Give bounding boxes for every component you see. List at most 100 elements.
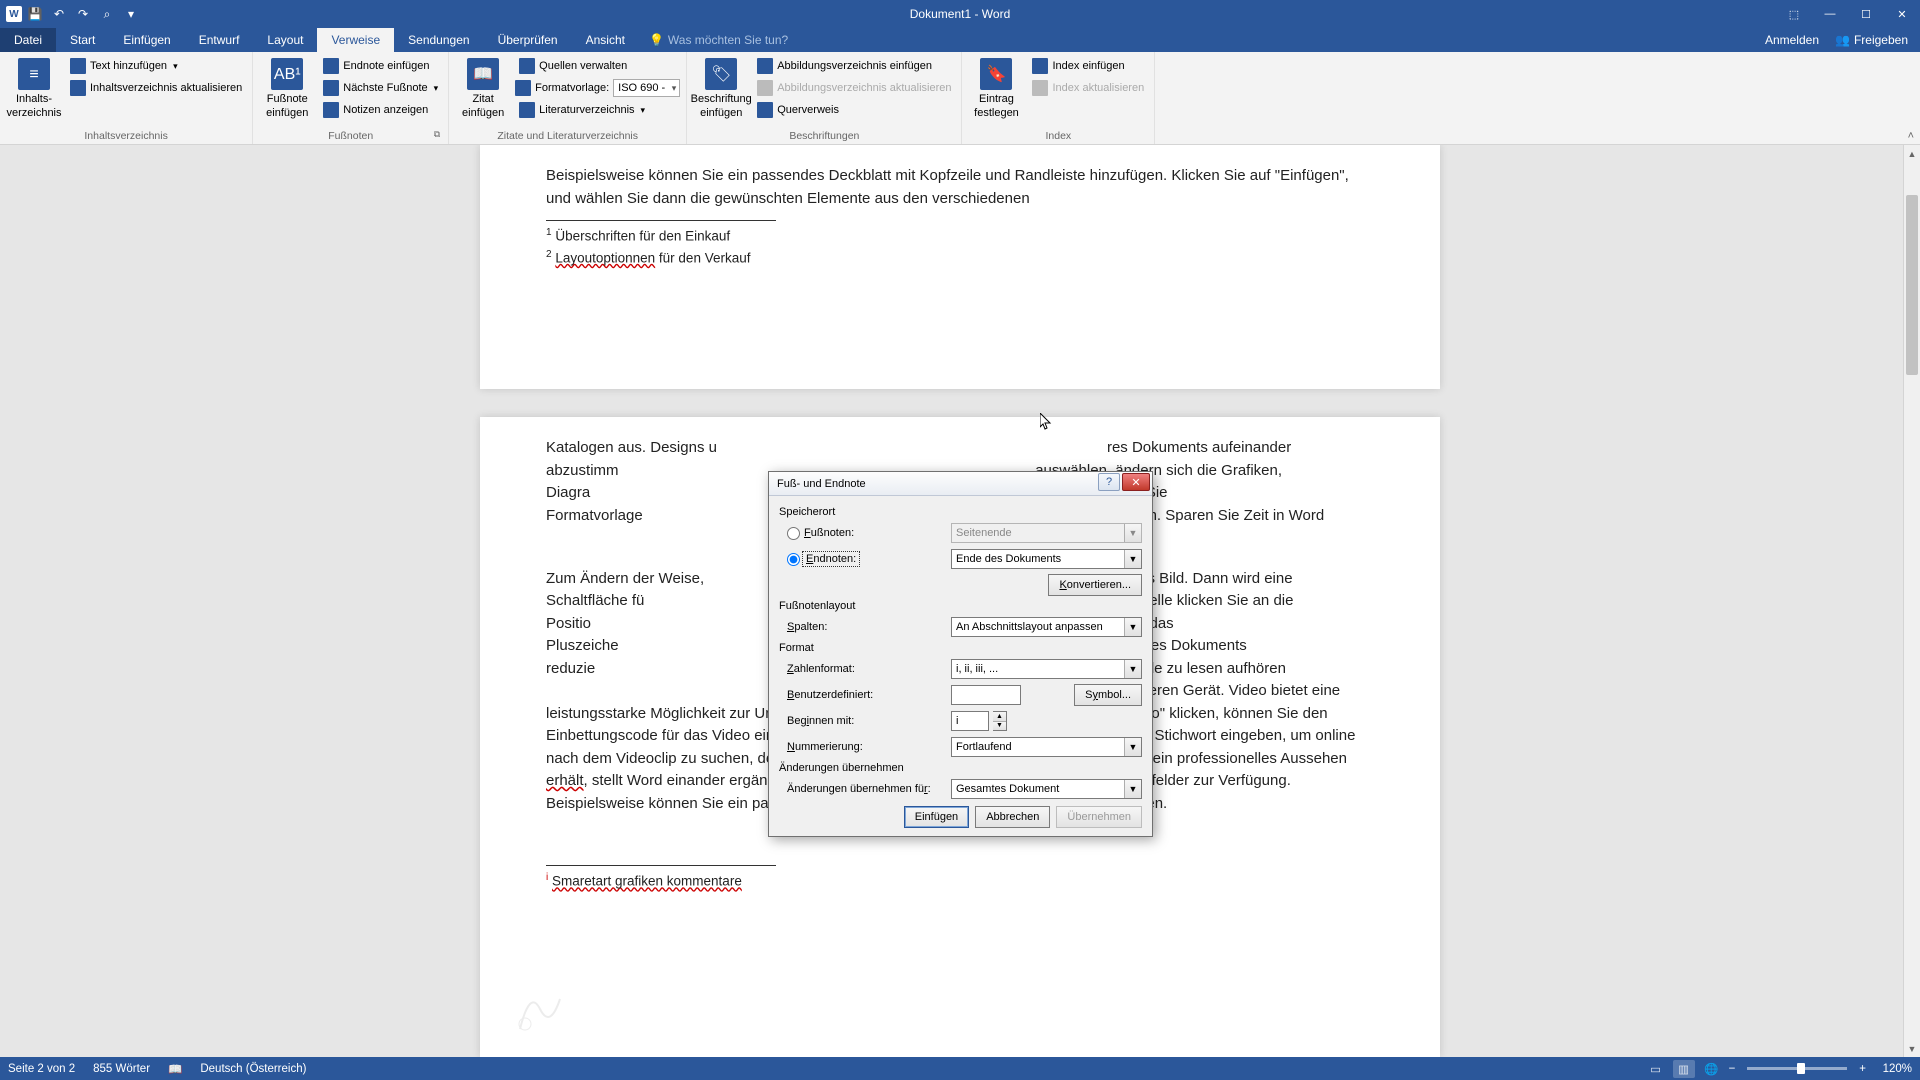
startat-label: Beginnen mit: [779, 715, 951, 727]
insert-button[interactable]: Einfügen [904, 806, 969, 828]
dialog-close-icon[interactable]: ✕ [1122, 473, 1150, 491]
insert-footnote-button[interactable]: AB¹ Fußnote einfügen [259, 56, 315, 122]
dialog-titlebar[interactable]: Fuß- und Endnote ? ✕ [769, 472, 1152, 496]
collapse-ribbon-icon[interactable]: ˄ [1908, 130, 1914, 142]
qat-undo-icon[interactable]: ↶ [48, 3, 70, 25]
tab-ansicht[interactable]: Ansicht [572, 28, 639, 52]
tab-verweise[interactable]: Verweise [317, 28, 394, 52]
insert-endnote-button[interactable]: Endnote einfügen [319, 56, 442, 76]
qat-customize-icon[interactable]: ▾ [120, 3, 142, 25]
footnotes-location-select: Seitenende▼ [951, 523, 1142, 543]
symbol-button[interactable]: Symbol... [1074, 684, 1142, 706]
zoom-out-icon[interactable]: − [1729, 1063, 1736, 1075]
tab-einfuegen[interactable]: Einfügen [109, 28, 184, 52]
section-format: Format [779, 642, 1142, 654]
ribbon-group-index: 🔖 Eintrag festlegen Index einfügen Index… [962, 52, 1155, 144]
zoom-level[interactable]: 120% [1872, 1063, 1912, 1075]
view-web-icon[interactable]: 🌐 [1701, 1060, 1723, 1078]
footnote-1: 1 Überschriften für den Einkauf [546, 225, 1374, 247]
ribbon-group-footnotes: AB¹ Fußnote einfügen Endnote einfügen Nä… [253, 52, 449, 144]
numformat-label: Zahlenformat: [779, 663, 951, 675]
tof-icon [757, 58, 773, 74]
footnote-2: 2 Layoutoptionnen für den Verkauf [546, 247, 1374, 269]
statusbar: Seite 2 von 2 855 Wörter 📖 Deutsch (Öste… [0, 1057, 1920, 1080]
citation-style-select[interactable]: Formatvorlage:ISO 690 - [515, 78, 680, 98]
insert-citation-button[interactable]: 📖 Zitat einfügen [455, 56, 511, 122]
insert-index-button[interactable]: Index einfügen [1028, 56, 1148, 76]
tell-me-search[interactable]: 💡 Was möchten Sie tun? [649, 28, 788, 52]
share-button[interactable]: 👥Freigeben [1835, 33, 1908, 47]
qat-redo-icon[interactable]: ↷ [72, 3, 94, 25]
ribbon-tabs: Datei Start Einfügen Entwurf Layout Verw… [0, 28, 1920, 52]
bibliography-button[interactable]: Literaturverzeichnis▾ [515, 100, 680, 120]
numbering-label: Nummerierung: [779, 741, 951, 753]
manage-sources-button[interactable]: Quellen verwalten [515, 56, 680, 76]
endnote-icon [323, 58, 339, 74]
custom-mark-input[interactable] [951, 685, 1021, 705]
endnotes-location-select[interactable]: Ende des Dokuments▼ [951, 549, 1142, 569]
zoom-in-icon[interactable]: + [1859, 1063, 1866, 1075]
signin-link[interactable]: Anmelden [1765, 33, 1819, 47]
radio-footnotes[interactable]: Fußnoten: [787, 527, 951, 540]
maximize-icon[interactable]: ☐ [1848, 0, 1884, 28]
page-1[interactable]: Beispielsweise können Sie ein passendes … [480, 145, 1440, 389]
ribbon-display-icon[interactable]: ⬚ [1776, 0, 1812, 28]
status-page[interactable]: Seite 2 von 2 [8, 1063, 75, 1075]
add-text-button[interactable]: Text hinzufügen▾ [66, 56, 246, 76]
view-print-icon[interactable]: ▥ [1673, 1060, 1695, 1078]
toc-icon: ≡ [18, 58, 50, 90]
body-text: Beispielsweise können Sie ein passendes … [546, 165, 1374, 210]
close-icon[interactable]: ✕ [1884, 0, 1920, 28]
lightbulb-icon: 💡 [649, 33, 664, 47]
toc-button[interactable]: ≡ Inhalts- verzeichnis [6, 56, 62, 122]
scroll-thumb[interactable] [1906, 195, 1918, 375]
view-read-icon[interactable]: ▭ [1645, 1060, 1667, 1078]
tab-ueberpruefen[interactable]: Überprüfen [484, 28, 572, 52]
crossref-button[interactable]: Querverweis [753, 100, 955, 120]
scroll-down-icon[interactable]: ▼ [1904, 1040, 1920, 1057]
apply-to-select[interactable]: Gesamtes Dokument▼ [951, 779, 1142, 799]
insert-caption-button[interactable]: 🏷 Beschriftung einfügen [693, 56, 749, 122]
tab-entwurf[interactable]: Entwurf [185, 28, 254, 52]
manage-sources-icon [519, 58, 535, 74]
ribbon: ≡ Inhalts- verzeichnis Text hinzufügen▾ … [0, 52, 1920, 145]
caption-icon: 🏷 [705, 58, 737, 90]
qat-save-icon[interactable]: 💾 [24, 3, 46, 25]
radio-endnotes[interactable]: Endnoten: [787, 553, 951, 566]
numformat-select[interactable]: i, ii, iii, ...▼ [951, 659, 1142, 679]
update-toc-button[interactable]: Inhaltsverzeichnis aktualisieren [66, 78, 246, 98]
apply-button: Übernehmen [1056, 806, 1142, 828]
ribbon-group-toc: ≡ Inhalts- verzeichnis Text hinzufügen▾ … [0, 52, 253, 144]
cancel-button[interactable]: Abbrechen [975, 806, 1050, 828]
update-toc-icon [70, 80, 86, 96]
vertical-scrollbar[interactable]: ▲ ▼ [1903, 145, 1920, 1057]
next-footnote-button[interactable]: Nächste Fußnote▾ [319, 78, 442, 98]
convert-button[interactable]: Konvertieren... [1048, 574, 1142, 596]
insert-tof-button[interactable]: Abbildungsverzeichnis einfügen [753, 56, 955, 76]
startat-spinner[interactable] [951, 711, 989, 731]
mark-entry-button[interactable]: 🔖 Eintrag festlegen [968, 56, 1024, 122]
tab-datei[interactable]: Datei [0, 28, 56, 52]
section-layout: Fußnotenlayout [779, 600, 1142, 612]
show-notes-button[interactable]: Notizen anzeigen [319, 100, 442, 120]
minimize-icon[interactable]: — [1812, 0, 1848, 28]
status-proofing-icon[interactable]: 📖 [168, 1062, 182, 1076]
numbering-select[interactable]: Fortlaufend▼ [951, 737, 1142, 757]
dialog-help-icon[interactable]: ? [1098, 473, 1120, 491]
update-tof-button: Abbildungsverzeichnis aktualisieren [753, 78, 955, 98]
zoom-slider[interactable] [1747, 1067, 1847, 1070]
section-apply: Änderungen übernehmen [779, 762, 1142, 774]
ribbon-group-captions: 🏷 Beschriftung einfügen Abbildungsverzei… [687, 52, 962, 144]
status-wordcount[interactable]: 855 Wörter [93, 1063, 150, 1075]
footnotes-dialog-launcher-icon[interactable]: ⧉ [434, 129, 440, 140]
footnote-icon: AB¹ [271, 58, 303, 90]
tab-layout[interactable]: Layout [253, 28, 317, 52]
tab-sendungen[interactable]: Sendungen [394, 28, 483, 52]
scroll-up-icon[interactable]: ▲ [1904, 145, 1920, 162]
columns-select[interactable]: An Abschnittslayout anpassen▼ [951, 617, 1142, 637]
tab-start[interactable]: Start [56, 28, 109, 52]
status-language[interactable]: Deutsch (Österreich) [200, 1063, 306, 1075]
qat-touch-icon[interactable]: ⌕ [96, 3, 118, 25]
startat-spin-buttons[interactable]: ▲▼ [993, 711, 1007, 731]
update-index-button: Index aktualisieren [1028, 78, 1148, 98]
